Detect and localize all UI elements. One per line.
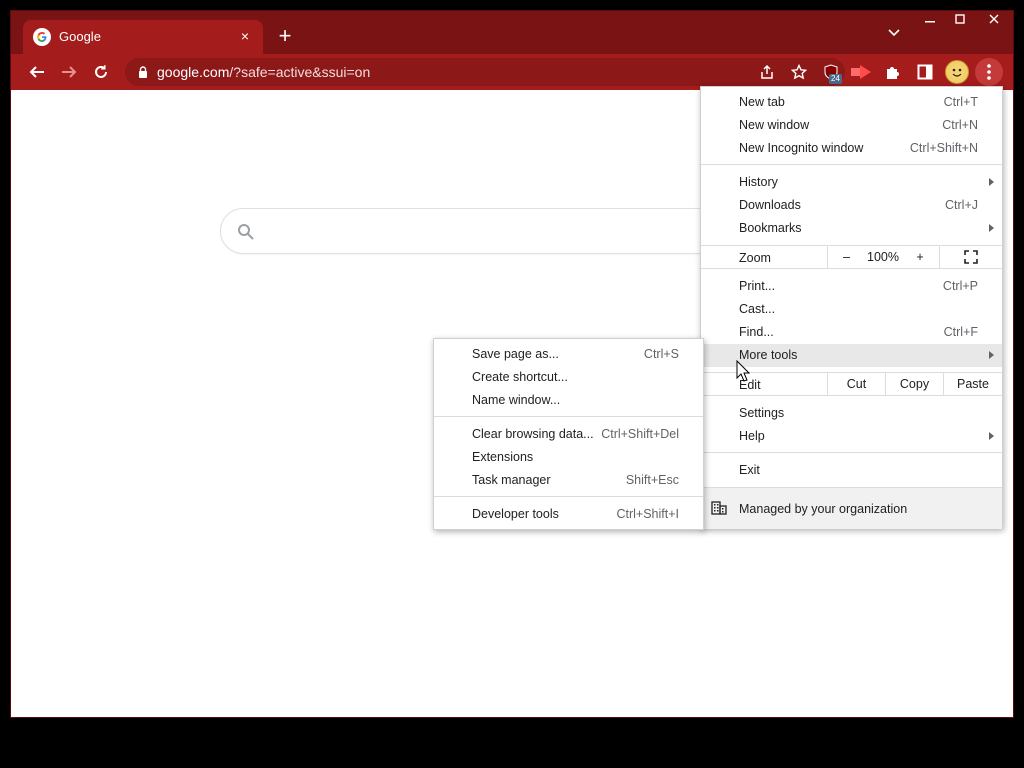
fullscreen-button[interactable] (939, 246, 1002, 268)
forward-button[interactable] (57, 60, 81, 84)
ublock-badge: 24 (829, 74, 842, 84)
submenu-item-save-page-as[interactable]: Save page as... Ctrl+S (434, 343, 703, 366)
side-panel-icon[interactable] (913, 60, 937, 84)
tab-search-chevron-icon[interactable] (883, 25, 905, 47)
menu-item-exit[interactable]: Exit (701, 459, 1002, 482)
submenu-item-name-window[interactable]: Name window... (434, 389, 703, 412)
submenu-item-create-shortcut[interactable]: Create shortcut... (434, 366, 703, 389)
copy-button[interactable]: Copy (885, 373, 943, 395)
new-tab-button[interactable]: + (273, 25, 297, 49)
three-dots-vertical-icon (987, 64, 991, 80)
menu-separator (434, 416, 703, 417)
chrome-main-menu: New tab Ctrl+T New window Ctrl+N New Incog… (700, 86, 1003, 529)
submenu-arrow-icon (989, 178, 994, 186)
submenu-item-developer-tools[interactable]: Developer tools Ctrl+Shift+I (434, 503, 703, 526)
submenu-arrow-icon (989, 432, 994, 440)
menu-item-new-window[interactable]: New window Ctrl+N (701, 114, 1002, 137)
toolbar: google.com/?safe=active&ssui=on 24 (11, 54, 1013, 90)
ublock-origin-icon[interactable]: 24 (819, 60, 843, 84)
maximize-button[interactable] (945, 11, 975, 31)
zoom-row: Zoom – 100% + (701, 245, 1002, 269)
menu-separator (701, 164, 1002, 165)
menu-item-new-incognito-window[interactable]: New Incognito window Ctrl+Shift+N (701, 137, 1002, 160)
url-path: /?safe=active&ssui=on (229, 64, 371, 80)
chrome-menu-button[interactable] (975, 58, 1003, 86)
menu-item-history[interactable]: History (701, 171, 1002, 194)
share-icon[interactable] (757, 62, 777, 82)
more-tools-submenu: Save page as... Ctrl+S Create shortcut...… (433, 338, 704, 530)
back-button[interactable] (25, 60, 49, 84)
lock-icon (139, 66, 147, 78)
submenu-item-clear-browsing-data[interactable]: Clear browsing data... Ctrl+Shift+Del (434, 423, 703, 446)
menu-item-new-tab[interactable]: New tab Ctrl+T (701, 91, 1002, 114)
search-icon (238, 224, 254, 240)
menu-item-print[interactable]: Print... Ctrl+P (701, 275, 1002, 298)
zoom-out-button[interactable]: – (827, 246, 865, 268)
submenu-item-extensions[interactable]: Extensions (434, 446, 703, 469)
menu-separator (434, 496, 703, 497)
managed-by-organization[interactable]: Managed by your organization (701, 487, 1002, 529)
video-extension-icon[interactable] (849, 60, 873, 84)
cut-button[interactable]: Cut (827, 373, 885, 395)
arrow-left-icon (29, 66, 44, 78)
extensions-puzzle-icon[interactable] (881, 60, 905, 84)
minimize-button[interactable] (915, 11, 945, 31)
url-host: google.com (157, 64, 230, 80)
tab-google[interactable]: Google × (23, 20, 263, 54)
submenu-arrow-icon (989, 351, 994, 359)
url-text[interactable]: google.com/?safe=active&ssui=on (157, 64, 370, 80)
zoom-label: Zoom (739, 251, 771, 265)
title-bar: Google × + (11, 11, 1013, 54)
menu-item-help[interactable]: Help (701, 425, 1002, 448)
menu-separator (701, 452, 1002, 453)
arrow-right-icon (62, 66, 77, 78)
building-icon (711, 501, 727, 515)
submenu-arrow-icon (989, 224, 994, 232)
profile-avatar[interactable] (945, 60, 969, 84)
google-favicon-icon (33, 28, 51, 46)
avatar-face-icon (950, 65, 964, 79)
reload-icon (95, 65, 107, 78)
menu-item-find[interactable]: Find... Ctrl+F (701, 321, 1002, 344)
managed-label: Managed by your organization (739, 502, 908, 516)
close-window-button[interactable] (975, 11, 1013, 31)
address-bar[interactable]: google.com/?safe=active&ssui=on (125, 58, 845, 86)
menu-item-bookmarks[interactable]: Bookmarks (701, 217, 1002, 240)
menu-item-cast[interactable]: Cast... (701, 298, 1002, 321)
menu-item-downloads[interactable]: Downloads Ctrl+J (701, 194, 1002, 217)
fullscreen-icon (964, 250, 978, 264)
tab-close-icon[interactable]: × (235, 26, 255, 46)
mouse-cursor-icon (736, 360, 750, 382)
menu-item-settings[interactable]: Settings (701, 402, 1002, 425)
tab-title: Google (59, 29, 101, 44)
bookmark-star-icon[interactable] (789, 62, 809, 82)
zoom-level: 100% (867, 250, 899, 264)
paste-button[interactable]: Paste (943, 373, 1002, 395)
zoom-in-button[interactable]: + (901, 246, 939, 268)
reload-button[interactable] (89, 60, 113, 84)
submenu-item-task-manager[interactable]: Task manager Shift+Esc (434, 469, 703, 492)
